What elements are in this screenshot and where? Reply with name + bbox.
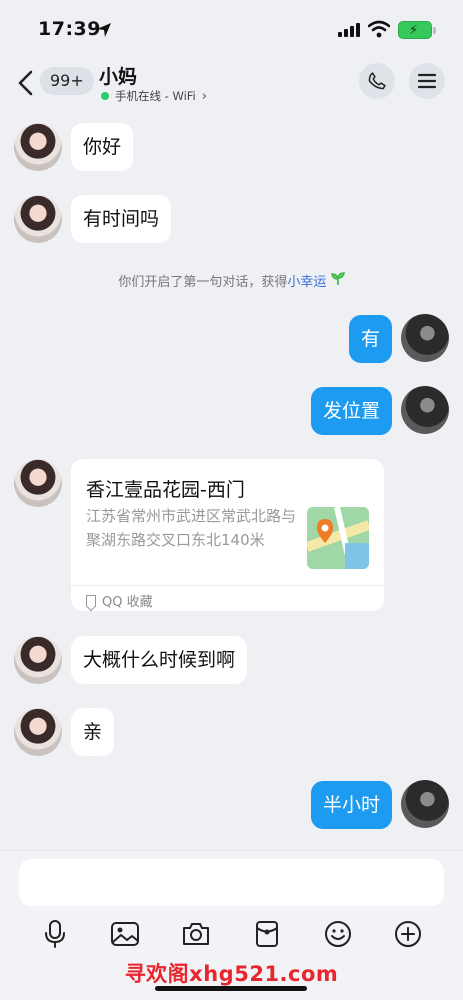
back-icon[interactable] bbox=[14, 68, 38, 98]
more-menu-button[interactable] bbox=[409, 63, 445, 99]
contact-avatar[interactable] bbox=[14, 195, 62, 243]
card-divider bbox=[71, 585, 384, 586]
status-time: 17:39 bbox=[38, 18, 101, 40]
wifi-icon bbox=[368, 20, 390, 38]
my-avatar[interactable] bbox=[401, 386, 449, 434]
online-dot-icon bbox=[101, 92, 109, 100]
card-footer: QQ 收藏 bbox=[86, 591, 153, 610]
presence-text: 手机在线 - WiFi bbox=[115, 89, 196, 103]
message-input[interactable] bbox=[19, 859, 444, 906]
menu-icon bbox=[417, 73, 437, 89]
red-packet-icon[interactable] bbox=[252, 919, 282, 949]
system-notice-text: 你们开启了第一句对话，获得 bbox=[118, 275, 288, 290]
image-icon[interactable] bbox=[110, 919, 140, 949]
emoji-icon[interactable] bbox=[323, 919, 353, 949]
location-card[interactable]: 香江壹品花园-西门 江苏省常州市武进区常武北路与聚湖东路交叉口东北140米 QQ… bbox=[71, 459, 384, 611]
phone-icon bbox=[368, 72, 386, 90]
sprout-icon bbox=[330, 272, 345, 285]
unread-count-badge[interactable]: 99+ bbox=[40, 67, 94, 95]
microphone-icon[interactable] bbox=[40, 919, 70, 949]
location-arrow-icon bbox=[97, 23, 111, 37]
contact-avatar[interactable] bbox=[14, 708, 62, 756]
my-avatar[interactable] bbox=[401, 780, 449, 828]
presence-status[interactable]: 手机在线 - WiFi › bbox=[101, 88, 207, 104]
map-thumbnail-icon bbox=[307, 507, 369, 569]
incoming-message[interactable]: 有时间吗 bbox=[71, 195, 172, 243]
bookmark-icon bbox=[86, 594, 96, 607]
my-avatar[interactable] bbox=[401, 314, 449, 362]
home-indicator bbox=[155, 986, 307, 991]
watermark: 寻欢阁xhg521.com bbox=[124, 962, 339, 986]
location-title: 香江壹品花园-西门 bbox=[86, 479, 245, 501]
incoming-message[interactable]: 大概什么时候到啊 bbox=[71, 636, 248, 684]
card-source: QQ 收藏 bbox=[102, 595, 153, 610]
battery-icon: ⚡ bbox=[398, 21, 436, 39]
chat-header: 99+ 小妈 手机在线 - WiFi › bbox=[0, 58, 463, 108]
outgoing-message[interactable]: 半小时 bbox=[310, 781, 392, 829]
status-bar: 17:39 ⚡ bbox=[0, 0, 463, 58]
plus-icon[interactable] bbox=[393, 919, 423, 949]
voice-call-button[interactable] bbox=[359, 63, 395, 99]
lucky-link[interactable]: 小幸运 bbox=[287, 275, 326, 290]
contact-name[interactable]: 小妈 bbox=[99, 62, 137, 89]
outgoing-message[interactable]: 发位置 bbox=[310, 387, 392, 435]
cellular-signal-icon bbox=[338, 23, 360, 37]
outgoing-message[interactable]: 有 bbox=[348, 315, 392, 363]
camera-icon[interactable] bbox=[181, 919, 211, 949]
contact-avatar[interactable] bbox=[14, 459, 62, 507]
incoming-message[interactable]: 亲 bbox=[71, 708, 115, 756]
location-address: 江苏省常州市武进区常武北路与聚湖东路交叉口东北140米 bbox=[86, 507, 297, 549]
contact-avatar[interactable] bbox=[14, 123, 62, 171]
system-notice: 你们开启了第一句对话，获得小幸运 bbox=[0, 271, 463, 290]
incoming-message[interactable]: 你好 bbox=[71, 123, 134, 171]
chevron-right-icon: › bbox=[201, 88, 207, 104]
contact-avatar[interactable] bbox=[14, 636, 62, 684]
